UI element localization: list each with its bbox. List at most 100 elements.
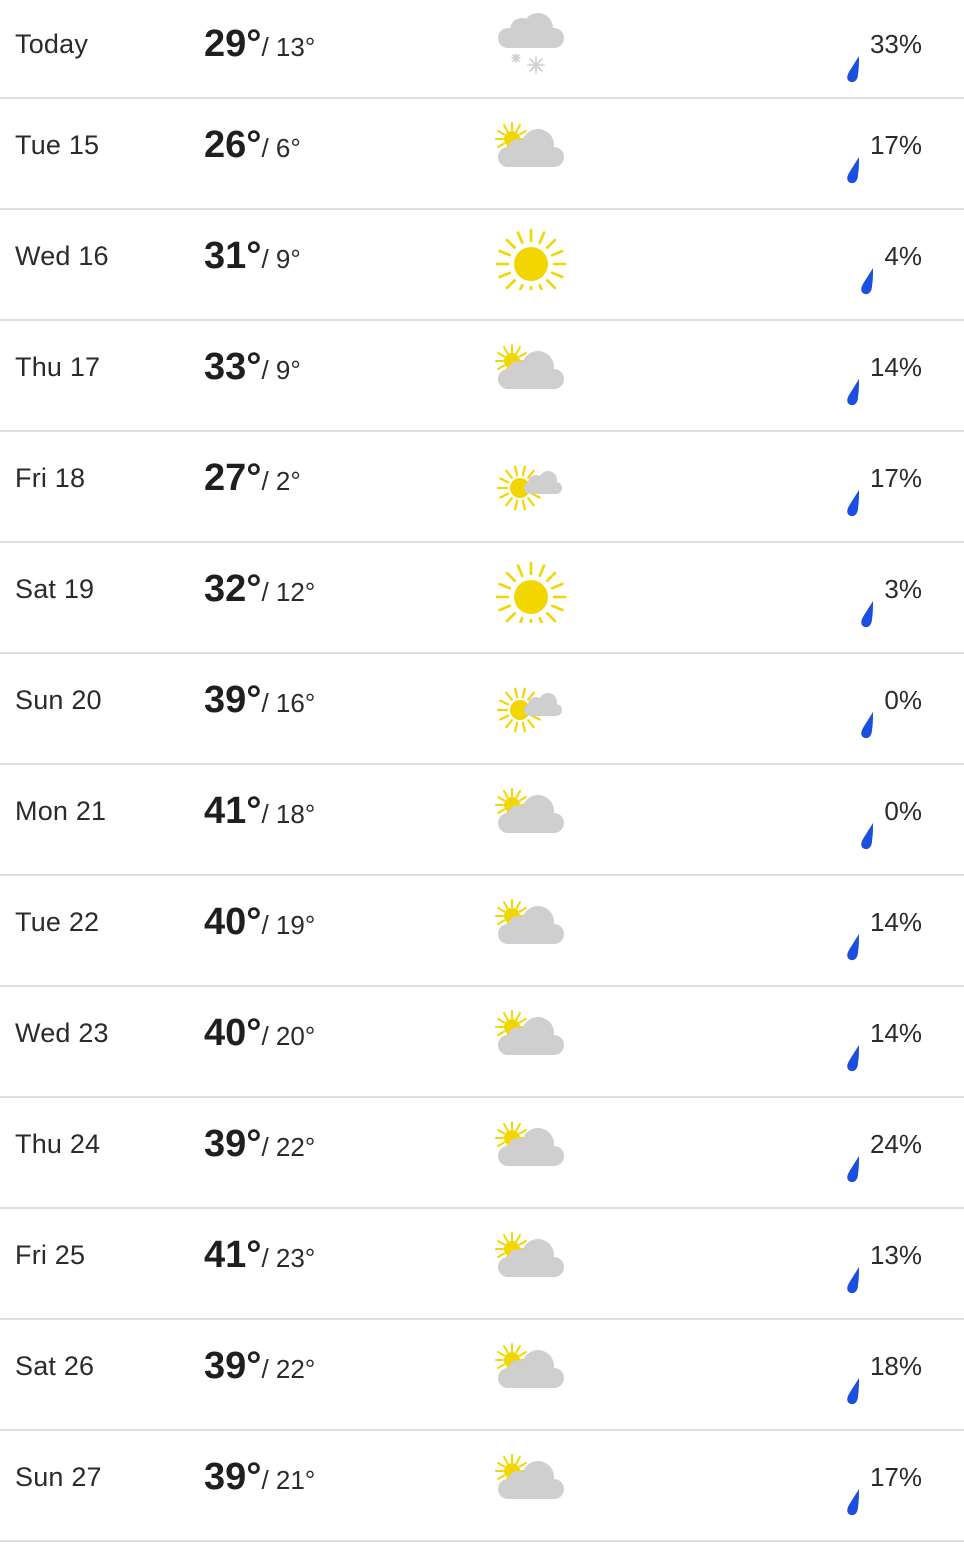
precipitation-chance: 24% [842, 1098, 922, 1190]
raindrop-icon [842, 907, 864, 961]
forecast-row[interactable]: Sat 19 32°/ 12° 3% [0, 543, 964, 654]
high-temperature: 41° [204, 1234, 262, 1276]
forecast-row[interactable]: Fri 25 41°/ 23° 13% [0, 1209, 964, 1320]
precipitation-value: 17% [869, 130, 922, 160]
precipitation-chance: 0% [856, 765, 922, 857]
temperature-range: 26°/ 6° [204, 99, 301, 191]
precipitation-chance: 4% [856, 210, 922, 302]
high-temperature: 41° [204, 790, 262, 832]
raindrop-icon [842, 1018, 864, 1072]
temperature-range: 29°/ 13° [204, 0, 315, 90]
high-temperature: 29° [204, 23, 262, 65]
day-label: Wed 16 [15, 241, 109, 271]
low-temperature: / 18° [261, 799, 316, 829]
precipitation-value: 17% [869, 463, 922, 493]
forecast-row[interactable]: Sat 26 39°/ 22° 18% [0, 1320, 964, 1431]
forecast-row[interactable]: Wed 23 40°/ 20° 14% [0, 987, 964, 1098]
day-label: Sun 27 [15, 1462, 102, 1492]
temperature-range: 39°/ 22° [204, 1098, 315, 1190]
precipitation-chance: 17% [842, 432, 922, 524]
low-temperature: / 21° [261, 1465, 316, 1495]
precipitation-value: 33% [869, 29, 922, 59]
partly-cloudy-icon [494, 886, 568, 956]
precipitation-value: 13% [869, 1240, 922, 1270]
forecast-row[interactable]: Tue 15 26°/ 6° 17% [0, 99, 964, 210]
precipitation-chance: 3% [856, 543, 922, 635]
low-temperature: / 9° [261, 244, 301, 274]
precipitation-chance: 13% [842, 1209, 922, 1301]
precipitation-chance: 14% [842, 321, 922, 413]
day-label: Thu 17 [15, 352, 101, 382]
high-temperature: 31° [204, 235, 262, 277]
snow-cloud-icon [494, 10, 568, 80]
raindrop-icon [856, 685, 878, 739]
temperature-range: 31°/ 9° [204, 210, 301, 302]
precipitation-value: 4% [884, 241, 922, 271]
precipitation-value: 0% [884, 685, 922, 715]
partly-cloudy-icon [494, 1219, 568, 1289]
raindrop-icon [842, 463, 864, 517]
precipitation-value: 14% [869, 1018, 922, 1048]
low-temperature: / 23° [261, 1243, 316, 1273]
raindrop-icon [842, 1129, 864, 1183]
day-label: Thu 24 [15, 1129, 101, 1159]
precipitation-chance: 33% [842, 0, 922, 90]
raindrop-icon [842, 1240, 864, 1294]
high-temperature: 33° [204, 346, 262, 388]
partly-cloudy-icon [494, 997, 568, 1067]
raindrop-icon [856, 796, 878, 850]
temperature-range: 41°/ 18° [204, 765, 315, 857]
temperature-range: 39°/ 21° [204, 1431, 315, 1523]
forecast-row[interactable]: Fri 18 27°/ 2° 17% [0, 432, 964, 543]
partly-cloudy-icon [494, 1441, 568, 1511]
high-temperature: 39° [204, 1456, 262, 1498]
precipitation-value: 17% [869, 1462, 922, 1492]
forecast-row[interactable]: Thu 17 33°/ 9° 14% [0, 321, 964, 432]
low-temperature: / 22° [261, 1354, 316, 1384]
high-temperature: 26° [204, 124, 262, 166]
high-temperature: 40° [204, 901, 262, 943]
temperature-range: 39°/ 16° [204, 654, 315, 746]
day-label: Mon 21 [15, 796, 107, 826]
partly-cloudy-icon [494, 331, 568, 401]
raindrop-icon [842, 352, 864, 406]
precipitation-chance: 17% [842, 1431, 922, 1523]
low-temperature: / 6° [261, 133, 301, 163]
raindrop-icon [842, 1462, 864, 1516]
forecast-row[interactable]: Today 29°/ 13° 33% [0, 0, 964, 99]
raindrop-icon [856, 241, 878, 295]
day-label: Fri 25 [15, 1240, 86, 1270]
day-label: Fri 18 [15, 463, 86, 493]
low-temperature: / 13° [261, 32, 316, 62]
forecast-row[interactable]: Thu 24 39°/ 22° 24% [0, 1098, 964, 1209]
precipitation-value: 18% [869, 1351, 922, 1381]
precipitation-value: 24% [869, 1129, 922, 1159]
day-label: Sun 20 [15, 685, 102, 715]
forecast-row[interactable]: Sun 20 39°/ 16° 0% [0, 654, 964, 765]
precipitation-value: 14% [869, 907, 922, 937]
low-temperature: / 19° [261, 910, 316, 940]
forecast-row[interactable]: Tue 22 40°/ 19° 14% [0, 876, 964, 987]
forecast-row[interactable]: Sun 27 39°/ 21° 17% [0, 1431, 964, 1542]
precipitation-value: 14% [869, 352, 922, 382]
high-temperature: 39° [204, 679, 262, 721]
high-temperature: 39° [204, 1345, 262, 1387]
precipitation-value: 3% [884, 574, 922, 604]
high-temperature: 40° [204, 1012, 262, 1054]
day-label: Today [15, 29, 89, 59]
day-label: Tue 15 [15, 130, 100, 160]
raindrop-icon [842, 130, 864, 184]
high-temperature: 27° [204, 457, 262, 499]
temperature-range: 33°/ 9° [204, 321, 301, 413]
precipitation-value: 0% [884, 796, 922, 826]
day-label: Wed 23 [15, 1018, 109, 1048]
low-temperature: / 12° [261, 577, 316, 607]
forecast-row[interactable]: Wed 16 31°/ 9° 4% [0, 210, 964, 321]
low-temperature: / 22° [261, 1132, 316, 1162]
precipitation-chance: 14% [842, 876, 922, 968]
forecast-row[interactable]: Mon 21 41°/ 18° 0% [0, 765, 964, 876]
precipitation-chance: 17% [842, 99, 922, 191]
raindrop-icon [842, 1351, 864, 1405]
partly-cloudy-icon [494, 1330, 568, 1400]
temperature-range: 27°/ 2° [204, 432, 301, 524]
